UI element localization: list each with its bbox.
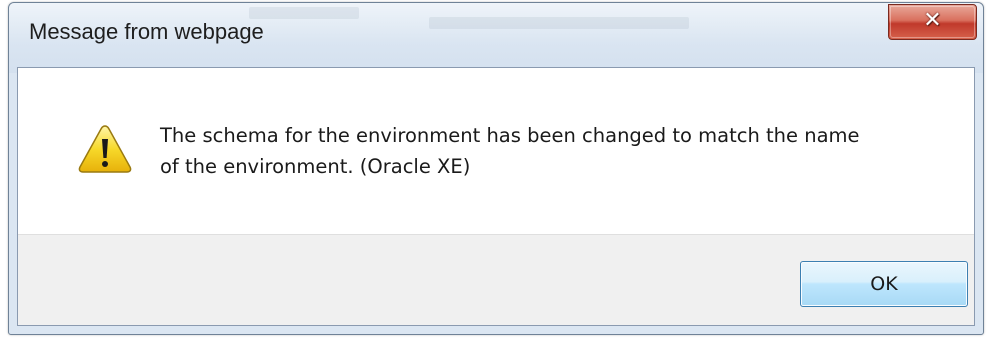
- message-text: The schema for the environment has been …: [160, 120, 940, 182]
- message-area: The schema for the environment has been …: [18, 68, 974, 234]
- dialog-title: Message from webpage: [29, 19, 264, 44]
- warning-icon: [78, 124, 132, 174]
- button-bar: OK: [18, 234, 974, 325]
- message-line-2: of the environment. (Oracle XE): [160, 155, 471, 178]
- close-icon: ✕: [923, 8, 942, 33]
- close-button[interactable]: ✕: [888, 4, 977, 40]
- title-bar[interactable]: Message from webpage ✕: [9, 3, 983, 67]
- message-line-1: The schema for the environment has been …: [160, 124, 860, 147]
- message-dialog: Message from webpage ✕ The schema for th…: [8, 2, 984, 335]
- dialog-client-area: The schema for the environment has been …: [17, 67, 975, 326]
- ok-button[interactable]: OK: [800, 261, 968, 307]
